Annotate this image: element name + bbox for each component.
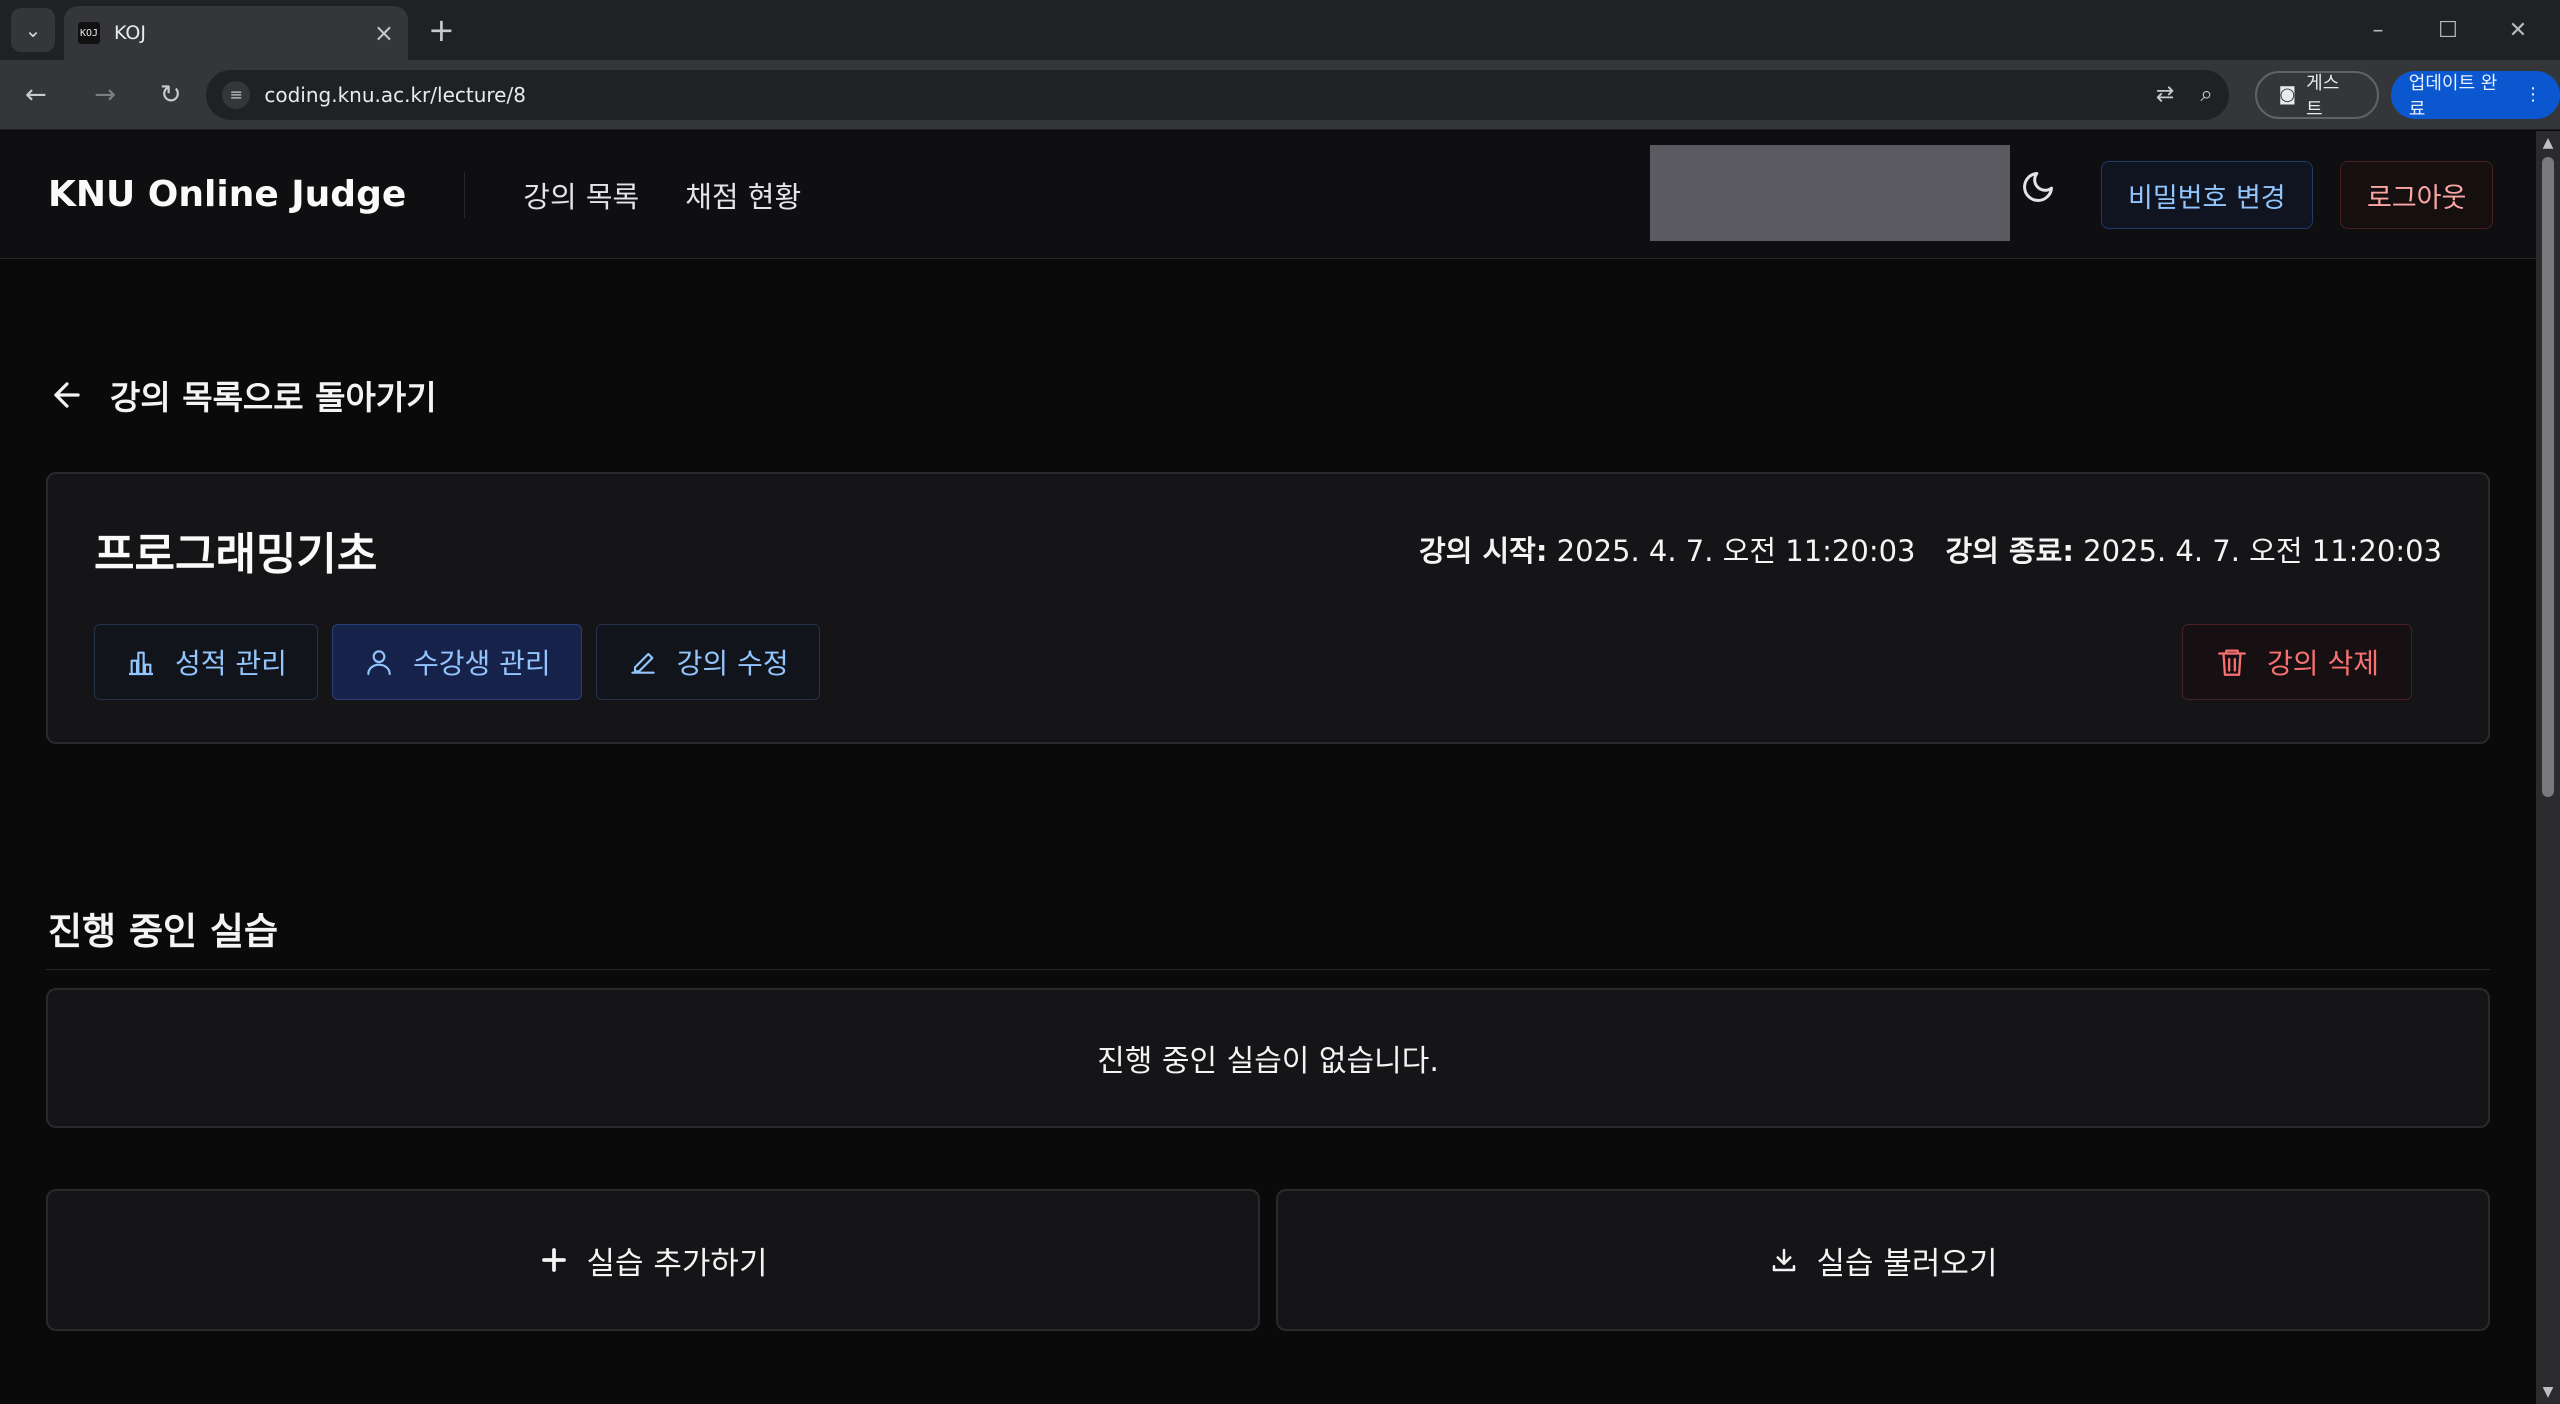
- load-practice-label: 실습 불러오기: [1816, 1245, 1998, 1282]
- scroll-up-icon[interactable]: ▲: [2536, 135, 2560, 151]
- back-to-lecture-list[interactable]: 강의 목록으로 돌아가기: [48, 371, 437, 419]
- lecture-title: 프로그래밍기초: [94, 529, 378, 580]
- pencil-icon: [627, 646, 659, 678]
- lecture-end: 강의 종료: 2025. 4. 7. 오전 11:20:03: [1946, 528, 2442, 570]
- start-label: 강의 시작:: [1419, 534, 1548, 568]
- window-close-icon[interactable]: ✕: [2500, 18, 2536, 43]
- end-label: 강의 종료:: [1945, 534, 2074, 568]
- person-icon: ◙: [2278, 84, 2297, 105]
- practice-section-title: 진행 중인 실습: [48, 910, 279, 953]
- window-controls: – ☐ ✕: [2360, 18, 2560, 43]
- arrow-left-icon: [48, 376, 86, 414]
- user-info-redacted: [1650, 145, 2010, 241]
- lecture-actions: 성적 관리 수강생 관리 강의 수정: [94, 624, 820, 700]
- lecture-start: 강의 시작: 2025. 4. 7. 오전 11:20:03: [1419, 528, 1915, 570]
- favicon: KOJ: [78, 22, 100, 44]
- new-tab-plus-icon[interactable]: +: [428, 11, 455, 49]
- page-content: KNU Online Judge 강의 목록 채점 현황 비밀번호 변경 로그아…: [0, 131, 2536, 1404]
- trash-icon: [2215, 645, 2249, 679]
- nav-grading-status[interactable]: 채점 현황: [685, 174, 801, 216]
- delete-label: 강의 삭제: [2267, 647, 2379, 680]
- bar-chart-icon: [125, 646, 157, 678]
- edit-lecture-button[interactable]: 강의 수정: [595, 624, 820, 700]
- page-scrollbar[interactable]: ▲ ▼: [2536, 131, 2560, 1404]
- guest-label: 게스트: [2306, 72, 2340, 120]
- grades-label: 성적 관리: [175, 647, 287, 680]
- plus-icon: [539, 1245, 569, 1275]
- section-divider: [46, 969, 2490, 970]
- scrollbar-thumb[interactable]: [2542, 157, 2554, 797]
- reload-icon[interactable]: ↻: [151, 80, 190, 110]
- translate-icon[interactable]: ⇄: [2156, 82, 2174, 107]
- update-button[interactable]: 업데이트 완료 ⋮: [2390, 70, 2560, 120]
- site-info-icon[interactable]: ≡: [222, 80, 251, 109]
- students-label: 수강생 관리: [412, 647, 551, 680]
- browser-tab[interactable]: KOJ KOJ ×: [64, 6, 408, 60]
- user-icon: [363, 646, 395, 678]
- download-icon: [1769, 1245, 1799, 1275]
- forward-arrow-icon[interactable]: →: [85, 80, 124, 110]
- back-link-label: 강의 목록으로 돌아가기: [110, 378, 437, 417]
- change-password-button[interactable]: 비밀번호 변경: [2101, 161, 2313, 229]
- add-practice-label: 실습 추가하기: [586, 1245, 768, 1282]
- lecture-dates: 강의 시작: 2025. 4. 7. 오전 11:20:03 강의 종료: 20…: [1419, 528, 2442, 570]
- scroll-down-icon[interactable]: ▼: [2536, 1384, 2560, 1400]
- tab-title: KOJ: [114, 22, 146, 44]
- more-vert-icon[interactable]: ⋮: [2524, 84, 2542, 105]
- guest-profile-button[interactable]: ◙ 게스트: [2254, 70, 2379, 120]
- close-tab-icon[interactable]: ×: [374, 19, 394, 47]
- tab-search-chevron-icon[interactable]: ⌄: [11, 8, 55, 52]
- brand-logo[interactable]: KNU Online Judge: [48, 174, 406, 215]
- address-bar[interactable]: ≡ coding.knu.ac.kr/lecture/8 ⇄ ⌕: [206, 69, 2229, 120]
- empty-practice-message: 진행 중인 실습이 없습니다.: [46, 988, 2490, 1128]
- lecture-info-card: 프로그래밍기초 강의 시작: 2025. 4. 7. 오전 11:20:03 강…: [46, 472, 2490, 744]
- logout-button[interactable]: 로그아웃: [2340, 161, 2494, 229]
- back-arrow-icon[interactable]: ←: [16, 80, 55, 110]
- students-button[interactable]: 수강생 관리: [331, 624, 582, 700]
- zoom-icon[interactable]: ⌕: [2200, 82, 2212, 107]
- maximize-icon[interactable]: ☐: [2430, 18, 2466, 43]
- nav-lecture-list[interactable]: 강의 목록: [523, 174, 639, 216]
- start-value: 2025. 4. 7. 오전 11:20:03: [1556, 534, 1916, 568]
- moon-icon[interactable]: [2018, 167, 2058, 207]
- browser-toolbar: ← → ↻ ≡ coding.knu.ac.kr/lecture/8 ⇄ ⌕ ◙…: [0, 60, 2560, 130]
- delete-lecture-button[interactable]: 강의 삭제: [2182, 624, 2412, 700]
- load-practice-button[interactable]: 실습 불러오기: [1276, 1189, 2490, 1331]
- end-value: 2025. 4. 7. 오전 11:20:03: [2083, 534, 2442, 568]
- header-divider: [464, 171, 466, 218]
- grades-button[interactable]: 성적 관리: [94, 624, 318, 700]
- edit-label: 강의 수정: [676, 647, 789, 680]
- browser-tab-bar: ⌄ KOJ KOJ × + – ☐ ✕: [0, 0, 2560, 60]
- minimize-icon[interactable]: –: [2360, 18, 2396, 43]
- url-text[interactable]: coding.knu.ac.kr/lecture/8: [264, 83, 2130, 107]
- update-label: 업데이트 완료: [2408, 72, 2498, 120]
- add-practice-button[interactable]: 실습 추가하기: [46, 1189, 1260, 1331]
- site-header: KNU Online Judge 강의 목록 채점 현황 비밀번호 변경 로그아…: [0, 131, 2536, 259]
